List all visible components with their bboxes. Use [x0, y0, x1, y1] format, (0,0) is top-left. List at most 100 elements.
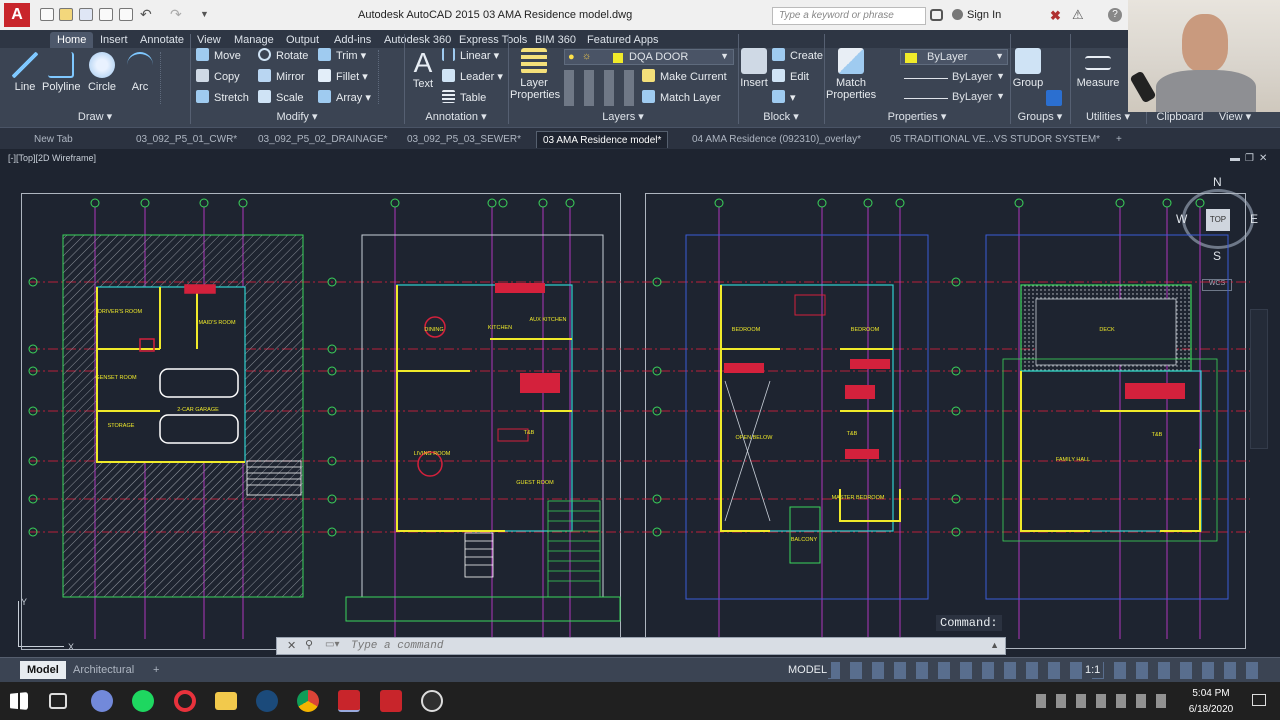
autocad-logo[interactable]: A — [4, 3, 30, 27]
ribbon-tab-view[interactable]: View — [190, 32, 228, 48]
layers-panel-label[interactable]: Layers ▾ — [508, 109, 738, 125]
measure-tool[interactable]: Measure — [1074, 48, 1122, 89]
file-tab[interactable]: 05 TRADITIONAL VE...VS STUDOR SYSTEM* — [884, 131, 1106, 148]
ribbon-tab-insert[interactable]: Insert — [93, 32, 135, 48]
spotify-icon[interactable] — [132, 690, 154, 712]
ribbon-tab-featured-apps[interactable]: Featured Apps — [580, 32, 666, 48]
help-icon[interactable]: ? — [1108, 8, 1122, 22]
groups-panel-label[interactable]: Groups ▾ — [1010, 109, 1070, 125]
file-explorer-icon[interactable] — [215, 692, 237, 710]
layout-tab-architectural[interactable]: Architectural — [66, 661, 141, 679]
model-space-button[interactable]: MODEL — [784, 662, 832, 678]
file-tab[interactable]: 04 AMA Residence (092310)_overlay* — [686, 131, 867, 148]
linear-dimension-tool[interactable]: Linear ▾ — [442, 47, 499, 65]
text-tool[interactable]: A Text — [408, 48, 438, 91]
array-tool[interactable]: Array ▾ — [318, 89, 371, 107]
move-tool[interactable]: Move — [196, 47, 241, 65]
obs-icon[interactable] — [421, 690, 443, 712]
ribbon-tab-output[interactable]: Output — [279, 32, 326, 48]
new-tab-plus-icon[interactable]: + — [1110, 131, 1128, 148]
properties-panel-label[interactable]: Properties ▾ — [824, 109, 1010, 125]
qat-dropdown-icon[interactable]: ▼ — [200, 9, 209, 19]
mirror-tool[interactable]: Mirror — [258, 68, 305, 86]
file-tab[interactable]: New Tab — [28, 131, 79, 148]
chrome-icon[interactable] — [297, 690, 319, 712]
windows-start-icon[interactable] — [10, 692, 28, 710]
trim-tool[interactable]: Trim ▾ — [318, 47, 366, 65]
linetype-dropdown[interactable]: ByLayer ▼ — [900, 70, 1008, 86]
file-tab[interactable]: 03_092_P5_03_SEWER* — [401, 131, 527, 148]
binoculars-icon[interactable] — [930, 9, 943, 21]
line-tool[interactable]: Line — [8, 52, 42, 93]
open-icon[interactable] — [59, 8, 73, 21]
ribbon-tab-bim-360[interactable]: BIM 360 — [528, 32, 583, 48]
circle-tool[interactable]: Circle — [84, 52, 120, 93]
new-icon[interactable] — [40, 8, 54, 21]
discord-icon[interactable] — [91, 690, 113, 712]
search-box[interactable]: Type a keyword or phrase — [772, 7, 926, 25]
acrobat-icon[interactable] — [380, 690, 402, 712]
match-layer-tool[interactable]: Match Layer — [642, 89, 721, 107]
stretch-tool[interactable]: Stretch — [196, 89, 249, 107]
layer-tool-icons[interactable] — [564, 70, 644, 106]
rotate-tool[interactable]: Rotate — [258, 47, 308, 65]
ribbon-tab-manage[interactable]: Manage — [227, 32, 281, 48]
opera-icon[interactable] — [174, 690, 196, 712]
file-tab[interactable]: 03 AMA Residence model* — [536, 131, 669, 148]
color-dropdown[interactable]: ByLayer ▼ — [900, 49, 1008, 65]
modify-panel-label[interactable]: Modify ▾ — [190, 109, 404, 125]
polyline-tool[interactable]: Polyline — [42, 52, 81, 93]
steam-icon[interactable] — [256, 690, 278, 712]
save-icon[interactable] — [79, 8, 93, 21]
group-tool[interactable]: Group — [1012, 48, 1044, 89]
ribbon-tab-home[interactable]: Home — [50, 32, 94, 48]
task-view-icon[interactable] — [49, 693, 67, 709]
arc-tool[interactable]: Arc — [124, 52, 156, 93]
status-icons[interactable] — [828, 662, 1268, 679]
fillet-tool[interactable]: Fillet ▾ — [318, 68, 368, 86]
exchange-icon[interactable]: ✖ — [1050, 8, 1061, 24]
save-as-icon[interactable] — [99, 8, 113, 21]
ribbon-tab-autodesk-360[interactable]: Autodesk 360 — [377, 32, 458, 48]
chevron-up-icon[interactable]: ▲ — [990, 640, 999, 650]
scale-tool[interactable]: Scale — [258, 89, 304, 107]
clock-date[interactable]: 6/18/2020 — [1182, 704, 1240, 715]
block-panel-label[interactable]: Block ▾ — [738, 109, 824, 125]
leader-tool[interactable]: Leader ▾ — [442, 68, 503, 86]
block-attribute-tool[interactable]: ▾ — [772, 89, 796, 107]
undo-icon[interactable]: ↶ — [140, 6, 152, 23]
ribbon-tab-add-ins[interactable]: Add-ins — [327, 32, 378, 48]
ribbon-tab-annotate[interactable]: Annotate — [133, 32, 191, 48]
autocad-taskbar-icon[interactable] — [338, 690, 360, 712]
notification-icon[interactable] — [1252, 694, 1266, 706]
customize-icon[interactable]: ⚲ — [305, 638, 313, 651]
match-properties-tool[interactable]: Match Properties — [826, 48, 876, 101]
layer-properties-tool[interactable]: Layer Properties — [510, 48, 560, 101]
make-current-tool[interactable]: Make Current — [642, 68, 727, 86]
draw-panel-label[interactable]: Draw ▾ — [0, 109, 190, 125]
sign-in-link[interactable]: Sign In — [967, 9, 1001, 21]
edit-block-tool[interactable]: Edit — [772, 68, 809, 86]
layout-tab-model[interactable]: Model — [20, 661, 66, 679]
plot-icon[interactable] — [119, 8, 133, 21]
redo-icon[interactable]: ↷ — [170, 6, 182, 23]
clock-time[interactable]: 5:04 PM — [1186, 688, 1236, 699]
stay-connected-icon[interactable]: ⚠ — [1072, 7, 1084, 23]
annotation-panel-label[interactable]: Annotation ▾ — [404, 109, 508, 125]
modify-extra-icons[interactable] — [378, 50, 400, 104]
lineweight-dropdown[interactable]: ByLayer ▼ — [900, 90, 1008, 106]
file-tab[interactable]: 03_092_P5_02_DRAINAGE* — [252, 131, 394, 148]
command-line[interactable]: ✕ ⚲ ▭▾ Type a command ▲ — [276, 637, 1006, 655]
annotation-scale[interactable]: 1:1 — [1082, 662, 1104, 678]
close-icon[interactable]: ✕ — [287, 639, 296, 652]
user-icon[interactable] — [952, 9, 963, 20]
add-layout-plus-icon[interactable]: + — [146, 661, 166, 679]
command-input[interactable]: Type a command — [351, 640, 443, 652]
copy-tool[interactable]: Copy — [196, 68, 240, 86]
system-tray-icons[interactable] — [1036, 694, 1176, 708]
layer-dropdown[interactable]: ● ☼ DQA DOOR ▼ — [564, 49, 734, 65]
insert-block-tool[interactable]: Insert — [740, 48, 768, 89]
create-block-tool[interactable]: Create — [772, 47, 823, 65]
drawing-area[interactable]: [-][Top][2D Wireframe] ▬❐✕ TOP N S W E W… — [0, 149, 1280, 657]
search-input[interactable]: Type a keyword or phrase — [779, 10, 894, 21]
